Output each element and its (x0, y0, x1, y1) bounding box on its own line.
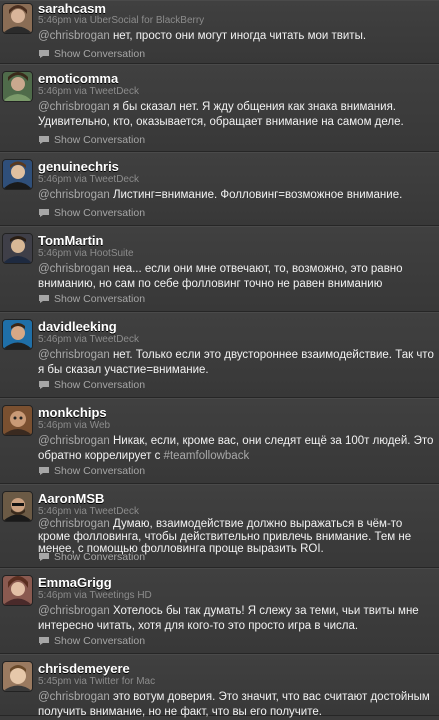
show-conversation-label: Show Conversation (54, 465, 146, 477)
tweet-text: @chrisbrogan неа... если они мне отвечаю… (38, 262, 435, 292)
show-conversation-label: Show Conversation (54, 293, 146, 305)
tweet-item: monkchips 5:46pm via Web @chrisbrogan Ни… (0, 398, 439, 484)
show-conversation-label: Show Conversation (54, 379, 146, 391)
username[interactable]: AaronMSB (38, 491, 104, 506)
conversation-icon (39, 209, 49, 217)
avatar[interactable] (2, 319, 33, 350)
tweet-item: AaronMSB 5:46pm via TweetDeck @chrisbrog… (0, 484, 439, 568)
show-conversation-link[interactable]: Show Conversation (38, 551, 145, 563)
avatar[interactable] (2, 159, 33, 190)
show-conversation-link[interactable]: Show Conversation (38, 635, 145, 647)
tweet-item: sarahcasm 5:46pm via UberSocial for Blac… (0, 0, 439, 64)
tweet-item: EmmaGrigg 5:46pm via Tweetings HD @chris… (0, 568, 439, 654)
show-conversation-link[interactable]: Show Conversation (38, 207, 145, 219)
avatar[interactable] (2, 661, 33, 692)
tweet-meta: 5:46pm via UberSocial for BlackBerry (38, 15, 205, 26)
mention-link[interactable]: @chrisbrogan (38, 349, 110, 361)
conversation-icon (39, 295, 49, 303)
show-conversation-link[interactable]: Show Conversation (38, 293, 145, 305)
tweet-text: @chrisbrogan Думаю, взаимодействие должн… (38, 518, 435, 556)
mention-link[interactable]: @chrisbrogan (38, 263, 110, 275)
avatar[interactable] (2, 491, 33, 522)
mention-link[interactable]: @chrisbrogan (38, 605, 110, 617)
avatar[interactable] (2, 233, 33, 264)
tweet-item: emoticomma 5:46pm via TweetDeck @chrisbr… (0, 64, 439, 152)
mention-link[interactable]: @chrisbrogan (38, 189, 110, 201)
tweet-meta: 5:46pm via TweetDeck (38, 334, 139, 345)
username[interactable]: sarahcasm (38, 1, 106, 16)
username[interactable]: davidleeking (38, 319, 117, 334)
hashtag-link[interactable]: #teamfollowback (164, 450, 250, 462)
show-conversation-label: Show Conversation (54, 635, 146, 647)
tweet-item: TomMartin 5:46pm via HootSuite @chrisbro… (0, 226, 439, 312)
tweet-item: davidleeking 5:46pm via TweetDeck @chris… (0, 312, 439, 398)
conversation-icon (39, 637, 49, 645)
username[interactable]: genuinechris (38, 159, 119, 174)
tweet-meta: 5:46pm via HootSuite (38, 248, 134, 259)
tweet-meta: 5:46pm via TweetDeck (38, 506, 139, 517)
conversation-icon (39, 50, 49, 58)
tweet-text: @chrisbrogan Листинг=внимание. Фолловинг… (38, 188, 435, 203)
tweet-text: @chrisbrogan нет, просто они могут иногд… (38, 29, 435, 44)
tweet-text-content: нет, просто они могут иногда читать мои … (109, 30, 367, 42)
mention-link[interactable]: @chrisbrogan (38, 518, 110, 530)
username[interactable]: monkchips (38, 405, 107, 420)
tweet-meta: 5:46pm via Web (38, 420, 111, 431)
avatar[interactable] (2, 405, 33, 436)
username[interactable]: EmmaGrigg (38, 575, 112, 590)
tweet-meta: 5:46pm via Tweetings HD (38, 590, 152, 601)
tweet-text: @chrisbrogan Никак, если, кроме вас, они… (38, 434, 435, 464)
conversation-icon (39, 136, 49, 144)
tweet-item: chrisdemeyere 5:45pm via Twitter for Mac… (0, 654, 439, 718)
show-conversation-label: Show Conversation (54, 134, 146, 146)
conversation-icon (39, 553, 49, 561)
tweet-meta: 5:45pm via Twitter for Mac (38, 676, 156, 687)
tweet-text-content: Листинг=внимание. Фолловинг=возможное вн… (109, 189, 403, 201)
avatar[interactable] (2, 3, 33, 34)
tweet-text: @chrisbrogan Хотелось бы так думать! Я с… (38, 604, 435, 634)
conversation-icon (39, 381, 49, 389)
show-conversation-link[interactable]: Show Conversation (38, 134, 145, 146)
show-conversation-label: Show Conversation (54, 551, 146, 563)
username[interactable]: emoticomma (38, 71, 118, 86)
show-conversation-link[interactable]: Show Conversation (38, 465, 145, 477)
mention-link[interactable]: @chrisbrogan (38, 691, 110, 703)
username[interactable]: TomMartin (38, 233, 103, 248)
mention-link[interactable]: @chrisbrogan (38, 435, 110, 447)
show-conversation-link[interactable]: Show Conversation (38, 379, 145, 391)
show-conversation-label: Show Conversation (54, 207, 146, 219)
mention-link[interactable]: @chrisbrogan (38, 101, 110, 113)
tweet-meta: 5:46pm via TweetDeck (38, 86, 139, 97)
show-conversation-label: Show Conversation (54, 48, 146, 60)
username[interactable]: chrisdemeyere (38, 661, 130, 676)
conversation-icon (39, 467, 49, 475)
mention-link[interactable]: @chrisbrogan (38, 30, 110, 42)
tweet-text: @chrisbrogan я бы сказал нет. Я жду обще… (38, 100, 435, 130)
show-conversation-link[interactable]: Show Conversation (38, 48, 145, 60)
tweet-text: @chrisbrogan нет. Только если это двусто… (38, 348, 435, 378)
avatar[interactable] (2, 575, 33, 606)
avatar[interactable] (2, 71, 33, 102)
tweet-item: genuinechris 5:46pm via TweetDeck @chris… (0, 152, 439, 226)
tweet-meta: 5:46pm via TweetDeck (38, 174, 139, 185)
